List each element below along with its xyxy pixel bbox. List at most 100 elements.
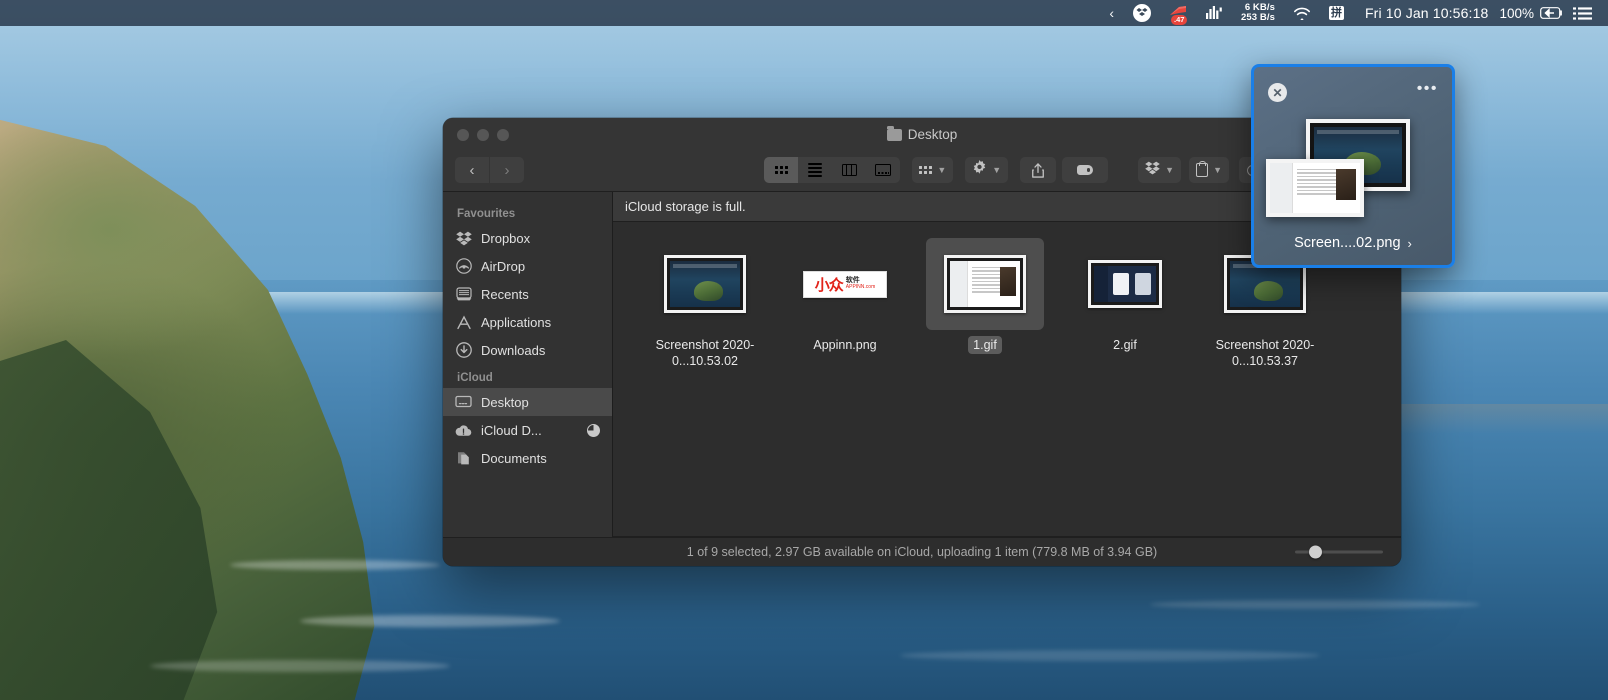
recents-icon [455,286,472,303]
sidebar-item-recents[interactable]: Recents [443,280,612,308]
gear-icon [972,160,987,180]
chevron-right-icon[interactable]: › [1408,236,1412,251]
sidebar-section-favourites-header: Favourites [457,208,516,220]
airdrop-icon [455,258,472,275]
group-grid-icon [919,166,933,174]
file-item[interactable]: Screenshot 2020-0...10.53.02 [635,238,775,370]
file-thumbnail: 小众 软件 APPINN.com [786,238,904,330]
sidebar-item-label: Documents [481,450,547,466]
banner-message: iCloud storage is full. [625,199,746,214]
group-by-button[interactable]: ▼ [912,157,954,183]
menubar-notification-icon[interactable]: .47 [1160,0,1197,26]
surf-line [300,615,560,627]
finder-sidebar[interactable]: Favourites Dropbox AirDrop Recents Appli… [443,192,613,566]
screenshot-thumbnail [664,255,746,313]
finder-status-bar: 1 of 9 selected, 2.97 GB available on iC… [443,537,1401,566]
sidebar-item-label: Recents [481,286,529,302]
bag-menu-button[interactable]: ▼ [1189,157,1229,183]
overlay-filename: Screen....02.png [1294,235,1401,251]
dropbox-toolbar-button[interactable]: ▼ [1138,157,1182,183]
file-item[interactable]: 2.gif [1055,238,1195,370]
gallery-view-button[interactable] [866,157,900,183]
bag-icon [1196,161,1209,177]
file-thumbnail [646,238,764,330]
slider-knob[interactable] [1309,545,1322,559]
file-item[interactable]: 1.gif [915,238,1055,370]
downloads-icon [455,342,472,359]
menubar-collapse-chevron-icon[interactable]: ‹ [1103,5,1124,21]
control-center-icon[interactable] [1571,0,1594,26]
file-name: 1.gif [968,336,1002,354]
tags-button[interactable] [1062,157,1109,183]
sidebar-item-applications[interactable]: Applications [443,308,612,336]
list-view-button[interactable] [798,157,832,183]
chevron-down-icon: ▼ [1213,165,1222,175]
tag-icon [1077,165,1094,175]
dark-ui-thumbnail [1088,260,1162,308]
window-title: Desktop [907,127,958,142]
columns-icon [841,164,857,176]
battery-percent-label[interactable]: 100% [1497,0,1538,26]
icon-view-button[interactable] [764,157,799,183]
chevron-down-icon: ▼ [1165,165,1175,175]
appinn-logo-thumbnail: 小众 软件 APPINN.com [803,270,887,298]
menu-bar: ‹ .47 6 KB/s 253 B/s 拼 Fri 10 Jan 10:56:… [0,0,1608,26]
close-icon[interactable]: ✕ [1268,83,1287,102]
sidebar-item-icloud-drive[interactable]: iCloud D... [443,416,612,444]
menubar-clock[interactable]: Fri 10 Jan 10:56:18 [1353,5,1497,21]
sidebar-item-airdrop[interactable]: AirDrop [443,252,612,280]
file-grid[interactable]: Screenshot 2020-0...10.53.02 小众 软件 APPINN… [613,222,1401,536]
status-text: 1 of 9 selected, 2.97 GB available on iC… [686,545,1158,559]
menubar-network-speed[interactable]: 6 KB/s 253 B/s [1232,0,1284,26]
icon-size-slider[interactable] [1295,545,1383,559]
chevron-down-icon: ▼ [937,165,947,175]
battery-icon[interactable] [1538,0,1571,26]
view-mode-segmented-control[interactable] [764,157,901,183]
icloud-icon [455,422,472,439]
file-name: Screenshot 2020-0...10.53.02 [655,338,755,368]
folder-icon [886,126,902,141]
menubar-dropbox-icon[interactable] [1124,0,1160,26]
more-options-icon[interactable]: ••• [1417,81,1438,97]
chevron-down-icon: ▼ [992,165,1002,175]
surf-line [1150,600,1480,609]
sidebar-item-desktop[interactable]: Desktop [443,388,612,416]
share-button[interactable] [1020,157,1057,183]
documents-icon [455,450,472,467]
overlay-filename-row[interactable]: Screen....02.png › [1254,235,1452,251]
sidebar-item-label: Dropbox [481,230,531,246]
drag-preview-overlay[interactable]: ✕ ••• Screen....02.png › [1251,64,1455,268]
applications-icon [455,314,472,331]
menubar-audio-meter-icon[interactable] [1197,0,1232,26]
column-view-button[interactable] [832,157,866,183]
sidebar-section-icloud-header: iCloud [457,372,493,384]
sidebar-item-downloads[interactable]: Downloads [443,336,612,364]
action-menu-button[interactable]: ▼ [965,157,1009,183]
dropbox-icon [1145,161,1160,180]
sidebar-item-label: Desktop [481,394,529,410]
grid-icon [774,166,788,174]
sidebar-item-label: Applications [481,314,552,330]
surf-line [150,660,450,672]
list-icon [808,163,823,177]
sidebar-item-dropbox[interactable]: Dropbox [443,224,612,252]
overlay-thumbnail-stack [1254,115,1452,230]
icloud-sync-progress-icon [587,423,600,437]
file-thumbnail [1066,238,1184,330]
network-download-speed: 253 B/s [1241,12,1275,23]
file-name: Appinn.png [813,338,877,352]
file-item[interactable]: 小众 软件 APPINN.com Appinn.png [775,238,915,370]
dropbox-icon [455,230,472,247]
sidebar-item-label: Downloads [481,342,546,358]
sidebar-item-documents[interactable]: Documents [443,444,612,472]
document-window-thumbnail [944,255,1026,313]
overlay-document-thumbnail [1266,159,1364,217]
surf-line [230,560,440,570]
navigation-buttons[interactable]: ‹ › [455,157,524,183]
file-name: 2.gif [1113,338,1137,352]
back-button[interactable]: ‹ [455,157,489,183]
wifi-icon[interactable] [1284,0,1320,26]
forward-button[interactable]: › [490,157,524,183]
input-source-icon[interactable]: 拼 [1320,0,1353,26]
file-thumbnail [926,238,1044,330]
